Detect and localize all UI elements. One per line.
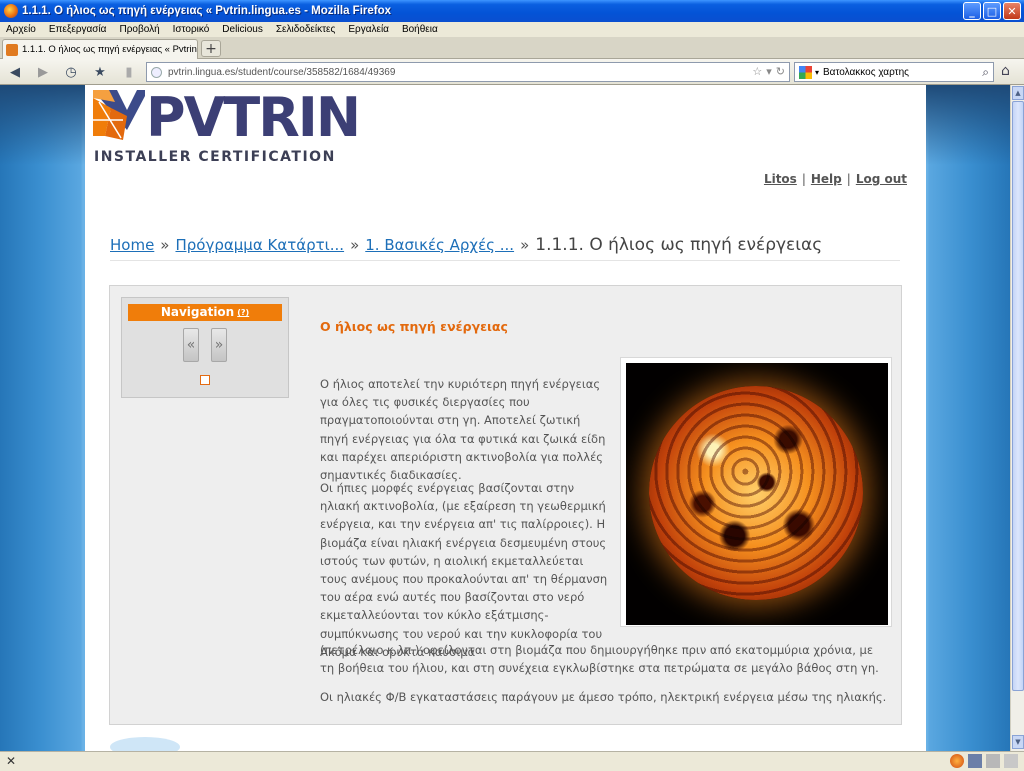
history-clock-icon[interactable]: ◷: [62, 63, 80, 81]
dropdown-icon[interactable]: ▾: [766, 65, 772, 78]
status-bar: ✕: [0, 751, 1024, 771]
page-indicator[interactable]: [200, 375, 210, 385]
search-bar[interactable]: ▾ Βατολακκος χαρτης ⌕: [794, 62, 994, 82]
scroll-thumb[interactable]: [1012, 101, 1024, 691]
menu-bookmarks[interactable]: Σελιδοδείκτες: [276, 24, 335, 35]
logout-link[interactable]: Log out: [856, 172, 907, 186]
home-icon[interactable]: ⌂: [1001, 63, 1010, 79]
back-icon[interactable]: ◀: [6, 63, 24, 81]
window-title: 1.1.1. Ο ήλιος ως πηγή ενέργειας « Pvtri…: [22, 5, 392, 17]
content-box: Navigation (?) « » Ο ήλιος ως πηγή ενέργε…: [109, 285, 902, 725]
article-paragraph-3: Οι ηλιακές Φ/Β εγκαταστάσεις παράγουν με…: [320, 690, 887, 704]
site-globe-icon: [151, 66, 162, 78]
breadcrumb: Home » Πρόγραμμα Κατάρτι... » 1. Βασικές Αρχ…: [110, 235, 900, 261]
url-text: pvtrin.lingua.es/student/course/358582/1…: [168, 66, 396, 78]
address-bar[interactable]: pvtrin.lingua.es/student/course/358582/1…: [146, 62, 790, 82]
window-controls: _ □ ✕: [963, 2, 1021, 20]
next-page-button[interactable]: »: [211, 328, 227, 362]
page-viewport: PVTRIN INSTALLER CERTIFICATION Litos | Hel…: [0, 85, 1010, 751]
breadcrumb-module[interactable]: 1. Βασικές Αρχές ...: [365, 236, 514, 254]
menu-delicious[interactable]: Delicious: [222, 24, 263, 35]
menu-file[interactable]: Αρχείο: [6, 24, 36, 35]
search-input[interactable]: Βατολακκος χαρτης: [823, 67, 909, 78]
vertical-scrollbar[interactable]: ▲ ▼: [1010, 85, 1024, 751]
brand-subtitle: INSTALLER CERTIFICATION: [94, 149, 336, 165]
resize-grip-icon[interactable]: [1004, 754, 1018, 768]
tab-bar: 1.1.1. Ο ήλιος ως πηγή ενέργειας « Pvtri…: [0, 37, 1024, 59]
breadcrumb-current: 1.1.1. Ο ήλιος ως πηγή ενέργειας: [535, 235, 823, 255]
addon-icon[interactable]: [986, 754, 1000, 768]
menu-help[interactable]: Βοήθεια: [402, 24, 438, 35]
addon-icon[interactable]: [968, 754, 982, 768]
forward-icon[interactable]: ▶: [34, 63, 52, 81]
breadcrumb-course[interactable]: Πρόγραμμα Κατάρτι...: [175, 236, 344, 254]
article-paragraph-2: Οι ήπιες μορφές ενέργειας βασίζονται στη…: [320, 481, 608, 659]
user-link[interactable]: Litos: [764, 172, 797, 186]
navigation-header: Navigation (?): [128, 304, 282, 321]
page-container: PVTRIN INSTALLER CERTIFICATION Litos | Hel…: [85, 85, 926, 751]
breadcrumb-separator-icon: »: [160, 236, 170, 254]
navigation-toolbar: ◀ ▶ ◷ ★ ▮ pvtrin.lingua.es/student/cours…: [0, 59, 1024, 85]
navigation-block: Navigation (?) « »: [121, 297, 289, 398]
logo-mark-icon: [93, 90, 145, 140]
sun-image: [626, 363, 888, 625]
menubar: Αρχείο Επεξεργασία Προβολή Ιστορικό Deli…: [0, 22, 1024, 37]
url-controls: ☆ ▾ ↻: [752, 65, 785, 78]
chevron-down-icon[interactable]: ▾: [815, 68, 819, 77]
minimize-button[interactable]: _: [963, 2, 981, 20]
favicon-icon: [6, 43, 18, 56]
menu-history[interactable]: Ιστορικό: [173, 24, 210, 35]
pvtrin-logo[interactable]: PVTRIN INSTALLER CERTIFICATION: [93, 86, 361, 168]
signal-bars-icon[interactable]: ▮: [120, 63, 138, 81]
star-bookmark-icon[interactable]: ☆: [752, 65, 762, 78]
status-icons: [950, 754, 1018, 768]
article-paragraph-1: Ο ήλιος αποτελεί την κυριότερη πηγή ενέρ…: [320, 377, 606, 483]
firefox-status-icon[interactable]: [950, 754, 964, 768]
maximize-button[interactable]: □: [983, 2, 1001, 20]
article-title: Ο ήλιος ως πηγή ενέργειας: [320, 319, 508, 334]
firefox-icon: [4, 4, 18, 18]
menu-tools[interactable]: Εργαλεία: [348, 24, 389, 35]
menu-view[interactable]: Προβολή: [119, 24, 159, 35]
search-engine-icon[interactable]: [799, 65, 812, 79]
new-tab-button[interactable]: +: [201, 40, 221, 57]
menu-edit[interactable]: Επεξεργασία: [49, 24, 107, 35]
breadcrumb-separator-icon: »: [520, 236, 530, 254]
close-button[interactable]: ✕: [1003, 2, 1021, 20]
navigation-title: Navigation: [160, 305, 235, 319]
article-paragraph-2-continued: (πετρέλαιο κ.λπ.) οφείλονται στη βιομάζα…: [320, 643, 879, 676]
footer-decoration: [110, 737, 180, 751]
reload-icon[interactable]: ↻: [776, 65, 785, 78]
previous-page-button[interactable]: «: [183, 328, 199, 362]
navigation-help-link[interactable]: (?): [237, 308, 249, 317]
sun-image-frame: [620, 357, 892, 627]
scroll-up-icon[interactable]: ▲: [1012, 86, 1024, 100]
brand-name: PVTRIN: [146, 86, 361, 149]
scroll-down-icon[interactable]: ▼: [1012, 735, 1024, 749]
bookmark-star-icon[interactable]: ★: [91, 63, 109, 81]
tab-current[interactable]: 1.1.1. Ο ήλιος ως πηγή ενέργειας « Pvtri…: [2, 39, 198, 59]
tab-label: 1.1.1. Ο ήλιος ως πηγή ενέργειας « Pvtri…: [22, 44, 198, 55]
window-titlebar: 1.1.1. Ο ήλιος ως πηγή ενέργειας « Pvtri…: [0, 0, 1024, 22]
breadcrumb-separator-icon: »: [350, 236, 360, 254]
breadcrumb-home[interactable]: Home: [110, 236, 154, 254]
status-close-icon[interactable]: ✕: [6, 754, 16, 768]
help-link[interactable]: Help: [811, 172, 842, 186]
top-links: Litos | Help | Log out: [763, 172, 907, 186]
search-icon[interactable]: ⌕: [982, 65, 989, 80]
